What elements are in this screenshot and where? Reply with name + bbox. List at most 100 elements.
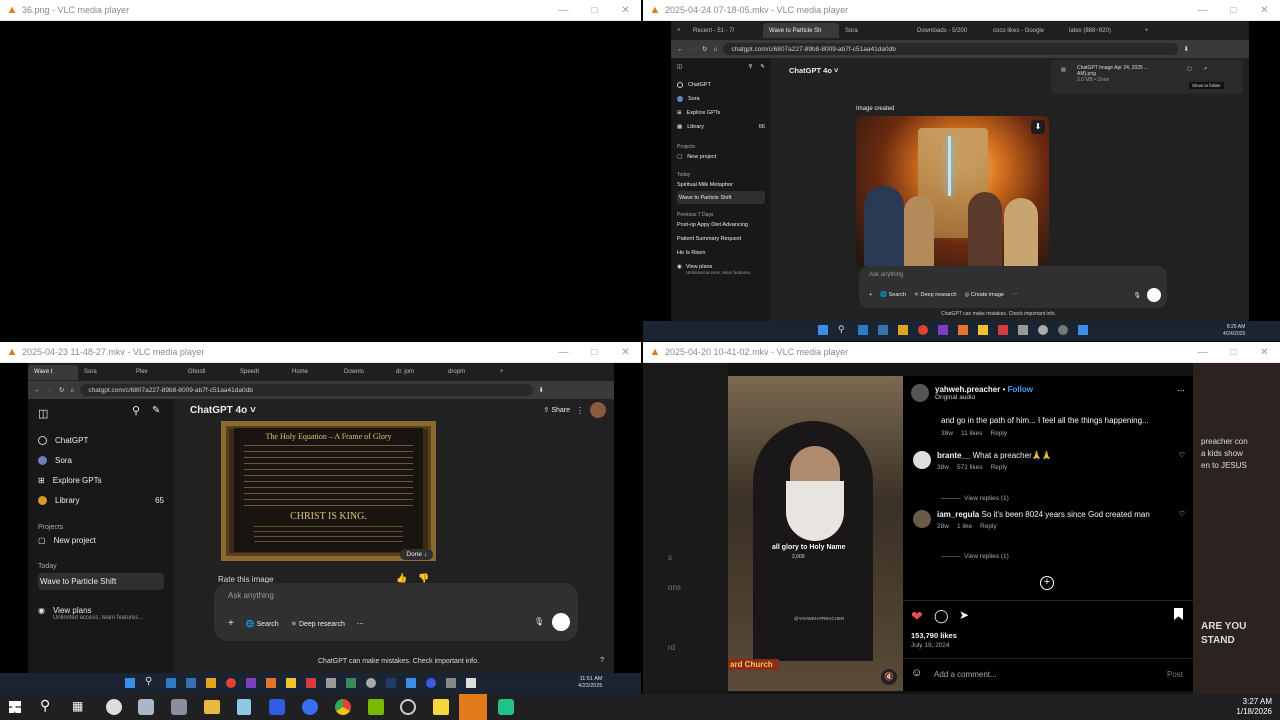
app-icon[interactable] <box>106 699 122 715</box>
back-icon[interactable]: ← <box>677 46 684 53</box>
close-button[interactable]: ✕ <box>610 5 641 16</box>
back-icon[interactable]: ← <box>34 387 41 394</box>
app-icon[interactable] <box>1058 325 1068 335</box>
more-icon[interactable]: ⋯ <box>1177 386 1185 395</box>
tab[interactable]: Recent - 51 - 7/ <box>687 23 763 38</box>
tab[interactable]: Downloads - 5/200 <box>911 23 987 38</box>
tab[interactable]: dropm <box>442 365 494 380</box>
minimize-button[interactable]: — <box>1187 5 1218 16</box>
view-plans[interactable]: ◉ View plans Unlimited access, team featur… <box>38 606 164 621</box>
reply-button[interactable]: Reply <box>991 464 1008 471</box>
plus-icon[interactable]: + <box>228 618 234 629</box>
tab[interactable]: latex (888~920) <box>1063 23 1139 38</box>
app-icon[interactable] <box>446 678 456 688</box>
app-icon[interactable] <box>958 325 968 335</box>
maximize-button[interactable]: □ <box>1218 347 1249 358</box>
tab[interactable]: coco likes - Google <box>987 23 1063 38</box>
tab[interactable]: Speedt <box>234 365 286 380</box>
view-replies[interactable]: ——— View replies (1) <box>941 495 1009 502</box>
more-icon[interactable]: ⋯ <box>357 620 364 628</box>
chat-item-active[interactable]: Wave to Particle Shift <box>677 191 765 204</box>
new-project-button[interactable]: ▢ New project <box>677 150 765 164</box>
bookmark-icon[interactable] <box>1174 608 1183 620</box>
tab[interactable]: ˅ <box>671 23 687 38</box>
chrome-icon[interactable] <box>226 678 236 688</box>
plus-icon[interactable]: + <box>869 292 872 298</box>
app-icon[interactable] <box>306 678 316 688</box>
home-icon[interactable]: ⌂ <box>713 46 717 53</box>
app-icon[interactable] <box>406 678 416 688</box>
tab[interactable]: Ghostl <box>182 365 234 380</box>
home-icon[interactable]: ⌂ <box>70 387 74 394</box>
heart-icon[interactable]: ♡ <box>1179 451 1185 459</box>
search-button[interactable]: 🌐 Search <box>880 292 906 298</box>
malwarebytes-icon[interactable] <box>269 699 285 715</box>
app-icon[interactable] <box>237 699 251 715</box>
download-icon[interactable]: ⬇ <box>539 386 614 394</box>
maximize-button[interactable]: □ <box>579 347 610 358</box>
chrome-icon[interactable] <box>918 325 928 335</box>
video-area[interactable] <box>0 21 641 342</box>
app-icon[interactable] <box>206 678 216 688</box>
original-audio[interactable]: Original audio <box>935 394 1033 401</box>
model-selector[interactable]: ChatGPT 4o ˅ <box>190 405 256 416</box>
mute-icon[interactable]: 🔇 <box>881 669 897 685</box>
deep-research-button[interactable]: ⚛ Deep research <box>914 292 957 298</box>
start-icon[interactable] <box>9 701 21 713</box>
app-icon[interactable] <box>366 678 376 688</box>
sidebar-toggle-icon[interactable]: ◫ <box>38 407 48 420</box>
comment-user[interactable]: brante__ <box>937 451 970 460</box>
app-icon[interactable] <box>978 325 988 335</box>
load-more-icon[interactable]: + <box>1040 576 1054 590</box>
folder-icon[interactable]: ▢ <box>1187 66 1192 72</box>
chat-item[interactable]: He Is Risen <box>677 246 765 260</box>
tab[interactable]: Home <box>286 365 338 380</box>
search-button[interactable]: 🌐 Search <box>246 620 279 628</box>
new-chat-icon[interactable]: ✎ <box>152 405 160 416</box>
start-icon[interactable] <box>125 678 135 688</box>
generated-image[interactable]: ⬇ <box>856 116 1049 266</box>
app-icon[interactable] <box>186 678 196 688</box>
app-icon[interactable] <box>246 678 256 688</box>
app-icon[interactable] <box>266 678 276 688</box>
view-replies[interactable]: ——— View replies (1) <box>941 553 1009 560</box>
window-titlebar[interactable]: ▲ 2025-04-24 07-18-05.mkv - VLC media pl… <box>643 0 1280 21</box>
chrome-icon[interactable] <box>335 699 351 715</box>
tab[interactable]: Plex <box>130 365 182 380</box>
app-icon[interactable] <box>166 678 176 688</box>
window-titlebar[interactable]: ▲ 36.png - VLC media player — □ ✕ <box>0 0 641 21</box>
follow-button[interactable]: Follow <box>1008 385 1033 394</box>
open-icon[interactable]: ↗ <box>1203 66 1207 72</box>
reply-button[interactable]: Reply <box>980 523 997 530</box>
app-icon[interactable] <box>998 325 1008 335</box>
app-icon[interactable] <box>326 678 336 688</box>
close-button[interactable]: ✕ <box>1249 5 1280 16</box>
new-tab-icon[interactable]: + <box>494 369 510 375</box>
tab[interactable]: Sora <box>839 23 911 38</box>
reel-video[interactable]: all glory to Holy Name 2,000 @YAHWEH.PRE… <box>728 376 903 691</box>
avatar[interactable] <box>913 510 931 528</box>
app-icon[interactable] <box>286 678 296 688</box>
app-icon[interactable] <box>898 325 908 335</box>
avatar[interactable] <box>590 402 606 418</box>
minimize-button[interactable]: — <box>1187 347 1218 358</box>
vlc-taskbar-icon[interactable] <box>459 694 487 720</box>
chat-item[interactable]: Post-op Appy Diet Advancing <box>677 218 765 232</box>
new-project-button[interactable]: ▢ New project <box>38 531 164 549</box>
reply-button[interactable]: Reply <box>991 430 1008 437</box>
start-icon[interactable] <box>818 325 828 335</box>
sidebar-item-sora[interactable]: Sora <box>677 92 765 106</box>
more-icon[interactable]: ⋯ <box>1012 292 1018 298</box>
comment-user[interactable]: iam_regula <box>937 510 979 519</box>
app-icon[interactable] <box>426 678 436 688</box>
tab[interactable]: Wave t <box>28 364 78 380</box>
video-area[interactable]: s ons rd preacher con a kids show en to … <box>643 363 1280 694</box>
video-area[interactable]: Wave t Sora Plex Ghostl Speedt Home Down… <box>0 363 641 694</box>
search-icon[interactable]: ⚲ <box>145 676 152 687</box>
help-icon[interactable]: ? <box>600 657 604 664</box>
search-icon[interactable]: ⚲ <box>132 404 140 417</box>
post-button[interactable]: Post <box>1167 670 1183 679</box>
app-icon[interactable] <box>1038 325 1048 335</box>
voice-mode-icon[interactable] <box>1147 288 1161 302</box>
app-icon[interactable] <box>878 325 888 335</box>
